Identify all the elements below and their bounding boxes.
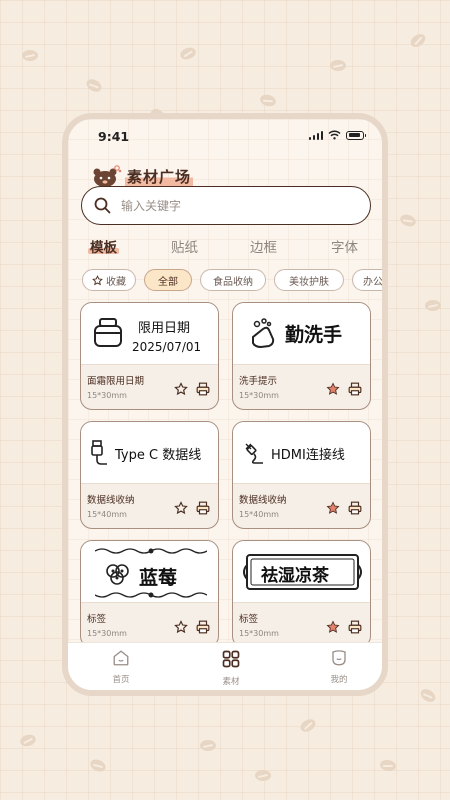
nav-home[interactable]: 首页 bbox=[91, 649, 151, 685]
star-filled-icon[interactable] bbox=[326, 382, 340, 396]
nav-label: 首页 bbox=[112, 675, 130, 685]
star-icon[interactable] bbox=[174, 501, 188, 515]
category-tabs: 模板 贴纸 边框 字体 bbox=[68, 236, 382, 260]
tab-templates[interactable]: 模板 bbox=[88, 236, 119, 256]
jar-icon bbox=[94, 318, 122, 347]
signal-icon bbox=[308, 130, 323, 140]
chip-beauty[interactable]: 美妆护肤 bbox=[274, 269, 344, 291]
nav-materials[interactable]: 素材 bbox=[201, 649, 261, 687]
chip-label: 收藏 bbox=[106, 276, 126, 288]
preview-title: 勤洗手 bbox=[285, 324, 343, 346]
printer-icon[interactable] bbox=[348, 620, 362, 634]
card-size: 15*40mm bbox=[87, 510, 127, 519]
preview-title: 蓝莓 bbox=[139, 567, 178, 589]
status-time: 9:41 bbox=[98, 129, 130, 144]
search-icon bbox=[94, 197, 111, 214]
card-size: 15*30mm bbox=[239, 629, 279, 638]
preview-title: Type C 数据线 bbox=[115, 448, 202, 463]
card-preview: 限用日期 2025/07/01 bbox=[81, 303, 218, 365]
chip-food-storage[interactable]: 食品收纳 bbox=[200, 269, 266, 291]
nav-label: 我的 bbox=[330, 675, 348, 685]
chip-favorites[interactable]: 收藏 bbox=[82, 269, 136, 291]
nav-label: 素材 bbox=[222, 677, 240, 687]
blueberry-icon bbox=[106, 564, 129, 585]
tab-stickers[interactable]: 贴纸 bbox=[171, 236, 198, 256]
preview-title: 限用日期 bbox=[138, 321, 191, 336]
card-preview: HDMI连接线 bbox=[233, 422, 370, 484]
card-size: 15*30mm bbox=[239, 391, 279, 400]
wifi-icon bbox=[328, 130, 341, 140]
card-size: 15*30mm bbox=[87, 391, 127, 400]
star-icon bbox=[92, 274, 103, 285]
card-name: 标签 bbox=[87, 614, 107, 625]
tab-fonts[interactable]: 字体 bbox=[331, 236, 358, 256]
card-name: 数据线收纳 bbox=[87, 495, 135, 506]
printer-icon[interactable] bbox=[348, 501, 362, 515]
card-name: 洗手提示 bbox=[239, 376, 278, 387]
card-name: 面霜限用日期 bbox=[87, 376, 145, 387]
template-card[interactable]: HDMI连接线 数据线收纳 15*40mm bbox=[232, 421, 371, 529]
bottom-nav: 首页 素材 我的 bbox=[68, 642, 382, 690]
vine-border-icon bbox=[95, 592, 207, 598]
card-preview: Type C 数据线 bbox=[81, 422, 218, 484]
preview-date: 2025/07/01 bbox=[132, 340, 202, 354]
search-placeholder: 输入关键字 bbox=[121, 199, 182, 213]
card-size: 15*30mm bbox=[87, 629, 127, 638]
preview-title: 祛湿凉茶 bbox=[261, 566, 329, 586]
chip-all[interactable]: 全部 bbox=[144, 269, 192, 291]
usb-cable-icon bbox=[91, 440, 107, 465]
printer-icon[interactable] bbox=[196, 501, 210, 515]
profile-icon bbox=[332, 650, 346, 666]
card-preview: 蓝莓 bbox=[81, 541, 218, 603]
plug-cable-icon bbox=[245, 443, 263, 464]
card-preview: 勤洗手 bbox=[233, 303, 370, 365]
preview-title: HDMI连接线 bbox=[271, 448, 345, 463]
page-title: 素材广场 bbox=[125, 165, 194, 187]
printer-icon[interactable] bbox=[348, 382, 362, 396]
star-icon[interactable] bbox=[174, 382, 188, 396]
printer-icon[interactable] bbox=[196, 382, 210, 396]
grid-icon bbox=[222, 650, 240, 668]
template-card[interactable]: 限用日期 2025/07/01 面霜限用日期 15*30mm bbox=[80, 302, 219, 410]
printer-icon[interactable] bbox=[196, 620, 210, 634]
card-name: 标签 bbox=[239, 614, 259, 625]
star-filled-icon[interactable] bbox=[326, 501, 340, 515]
hand-wash-icon bbox=[252, 318, 275, 349]
template-card[interactable]: Type C 数据线 数据线收纳 15*40mm bbox=[80, 421, 219, 529]
card-name: 数据线收纳 bbox=[239, 495, 287, 506]
star-icon[interactable] bbox=[174, 620, 188, 634]
tab-borders[interactable]: 边框 bbox=[250, 236, 277, 256]
nav-profile[interactable]: 我的 bbox=[309, 649, 369, 685]
search-bar[interactable]: 输入关键字 bbox=[81, 186, 371, 225]
template-card[interactable]: 祛湿凉茶 标签 15*30mm bbox=[232, 540, 371, 648]
template-card[interactable]: 勤洗手 洗手提示 15*30mm bbox=[232, 302, 371, 410]
phone-frame: 9:41 素材广场 输入关键字 模板 贴纸 边框 字体 收藏 全部 食品收纳 美… bbox=[62, 113, 388, 696]
battery-icon bbox=[346, 130, 366, 140]
template-card[interactable]: 蓝莓 标签 15*30mm bbox=[80, 540, 219, 648]
star-filled-icon[interactable] bbox=[326, 620, 340, 634]
chip-office[interactable]: 办公 bbox=[352, 269, 382, 291]
card-size: 15*40mm bbox=[239, 510, 279, 519]
card-preview: 祛湿凉茶 bbox=[233, 541, 370, 603]
home-icon bbox=[113, 650, 129, 666]
status-bar: 9:41 bbox=[68, 127, 382, 147]
vine-border-icon bbox=[95, 548, 207, 554]
